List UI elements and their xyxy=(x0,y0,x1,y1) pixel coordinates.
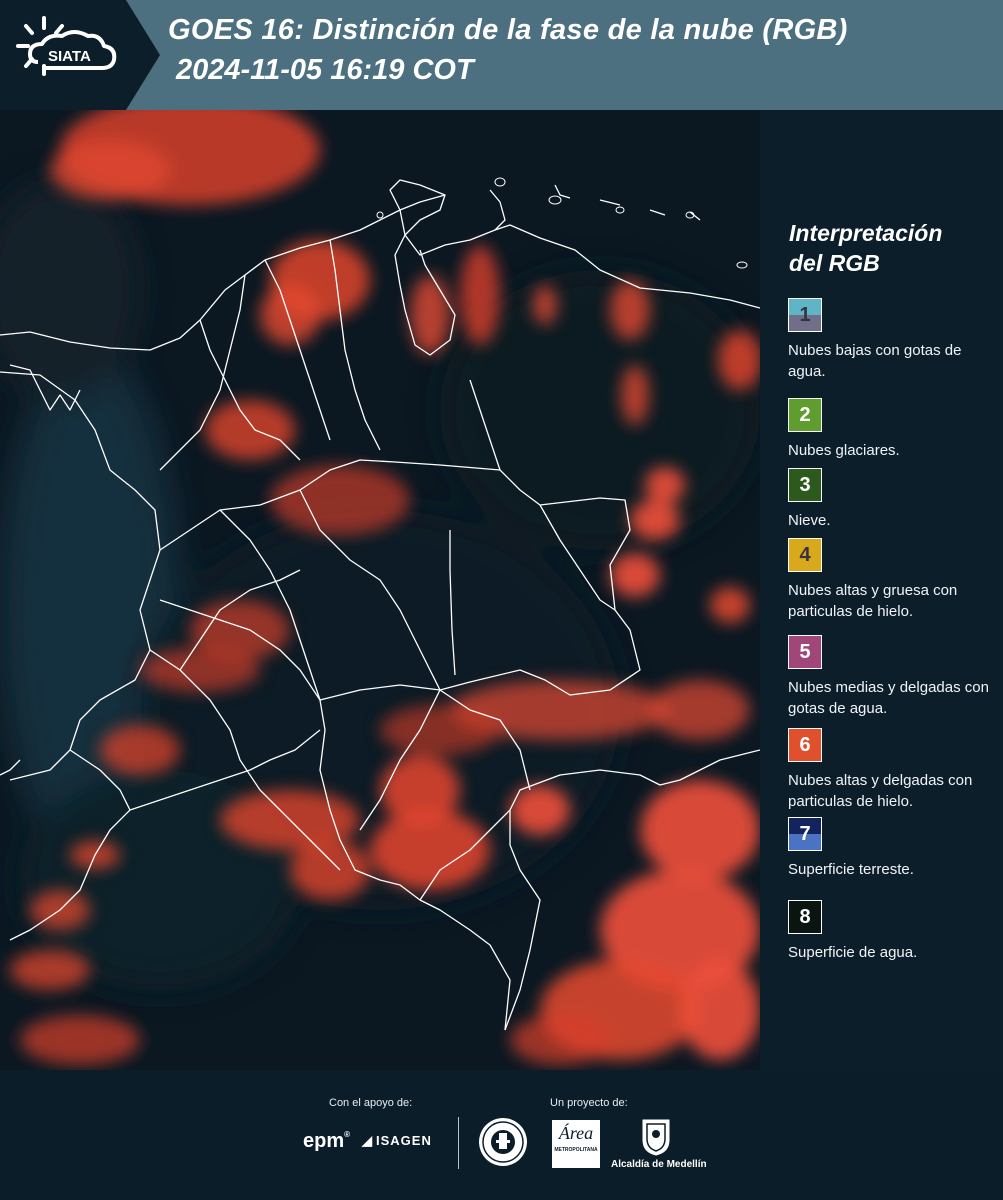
legend-swatch: 1 xyxy=(788,298,822,332)
alcaldia-logo-text: Alcaldía de Medellín xyxy=(611,1159,707,1170)
legend-item: 1 Nubes bajas con gotas de agua. xyxy=(788,298,998,382)
legend-number: 4 xyxy=(799,544,811,566)
legend-label: Nubes glaciares. xyxy=(788,442,900,459)
isagen-logo-text: ISAGEN xyxy=(376,1133,432,1148)
legend-panel: Interpretación del RGB 1 Nubes bajas con … xyxy=(760,110,1003,1070)
legend-label: Nubes altas y delgadas con particulas de… xyxy=(788,772,973,810)
siata-logo-tab: SIATA xyxy=(0,0,160,110)
legend-label: Nubes bajas con gotas de agua. xyxy=(788,342,962,380)
legend-item: 6 Nubes altas y delgadas con particulas d… xyxy=(788,728,998,812)
legend-label: Superficie de agua. xyxy=(788,944,918,961)
legend-number: 2 xyxy=(799,404,811,426)
footer: Con el apoyo de: Un proyecto de: epm® ◢ I… xyxy=(0,1070,1003,1200)
area-logo-sub: METROPOLITANA xyxy=(554,1147,598,1153)
epm-logo: epm® xyxy=(303,1130,351,1152)
legend-swatch: 4 xyxy=(788,538,822,572)
seal-logo xyxy=(479,1118,527,1166)
legend-number: 1 xyxy=(799,304,811,326)
legend-number: 5 xyxy=(799,641,811,663)
legend-item: 4 Nubes altas y gruesa con particulas de … xyxy=(788,538,998,622)
legend-number: 8 xyxy=(799,906,811,928)
project-label: Un proyecto de: xyxy=(550,1097,628,1109)
alcaldia-shield-icon xyxy=(642,1119,670,1156)
legend-label: Superficie terreste. xyxy=(788,861,914,878)
epm-logo-text: epm xyxy=(303,1130,345,1152)
legend-swatch: 2 xyxy=(788,398,822,432)
area-logo-text: Área xyxy=(558,1123,594,1143)
satellite-image xyxy=(0,110,760,1070)
area-metropolitana-logo: Área METROPOLITANA xyxy=(552,1120,600,1168)
page-timestamp: 2024-11-05 16:19 COT xyxy=(176,54,474,86)
legend-item: 2 Nubes glaciares. xyxy=(788,398,998,461)
legend-title-line2: del RGB xyxy=(789,250,880,276)
legend-swatch: 3 xyxy=(788,468,822,502)
legend-label: Nubes medias y delgadas con gotas de agu… xyxy=(788,679,989,717)
legend-number: 7 xyxy=(799,823,811,845)
legend-number: 6 xyxy=(799,734,811,756)
legend-title-line1: Interpretación xyxy=(789,220,943,246)
page-title: GOES 16: Distinción de la fase de la nub… xyxy=(168,14,848,46)
isagen-logo: ◢ ISAGEN xyxy=(362,1133,432,1149)
footer-divider xyxy=(458,1117,459,1169)
legend-item: 8 Superficie de agua. xyxy=(788,900,998,963)
legend-title: Interpretación del RGB xyxy=(789,218,989,278)
siata-logo-text: SIATA xyxy=(48,48,91,65)
legend-label: Nubes altas y gruesa con particulas de h… xyxy=(788,582,958,620)
legend-swatch: 5 xyxy=(788,635,822,669)
legend-swatch: 6 xyxy=(788,728,822,762)
legend-label: Nieve. xyxy=(788,512,831,529)
header-bar: SIATA GOES 16: Distinción de la fase de … xyxy=(0,0,1003,110)
legend-number: 3 xyxy=(799,474,811,496)
isagen-mark-icon: ◢ xyxy=(362,1133,373,1148)
legend-item: 3 Nieve. xyxy=(788,468,998,531)
support-label: Con el apoyo de: xyxy=(329,1097,413,1109)
legend-item: 5 Nubes medias y delgadas con gotas de ag… xyxy=(788,635,998,719)
legend-swatch: 7 xyxy=(788,817,822,851)
legend-item: 7 Superficie terreste. xyxy=(788,817,998,880)
legend-swatch: 8 xyxy=(788,900,822,934)
